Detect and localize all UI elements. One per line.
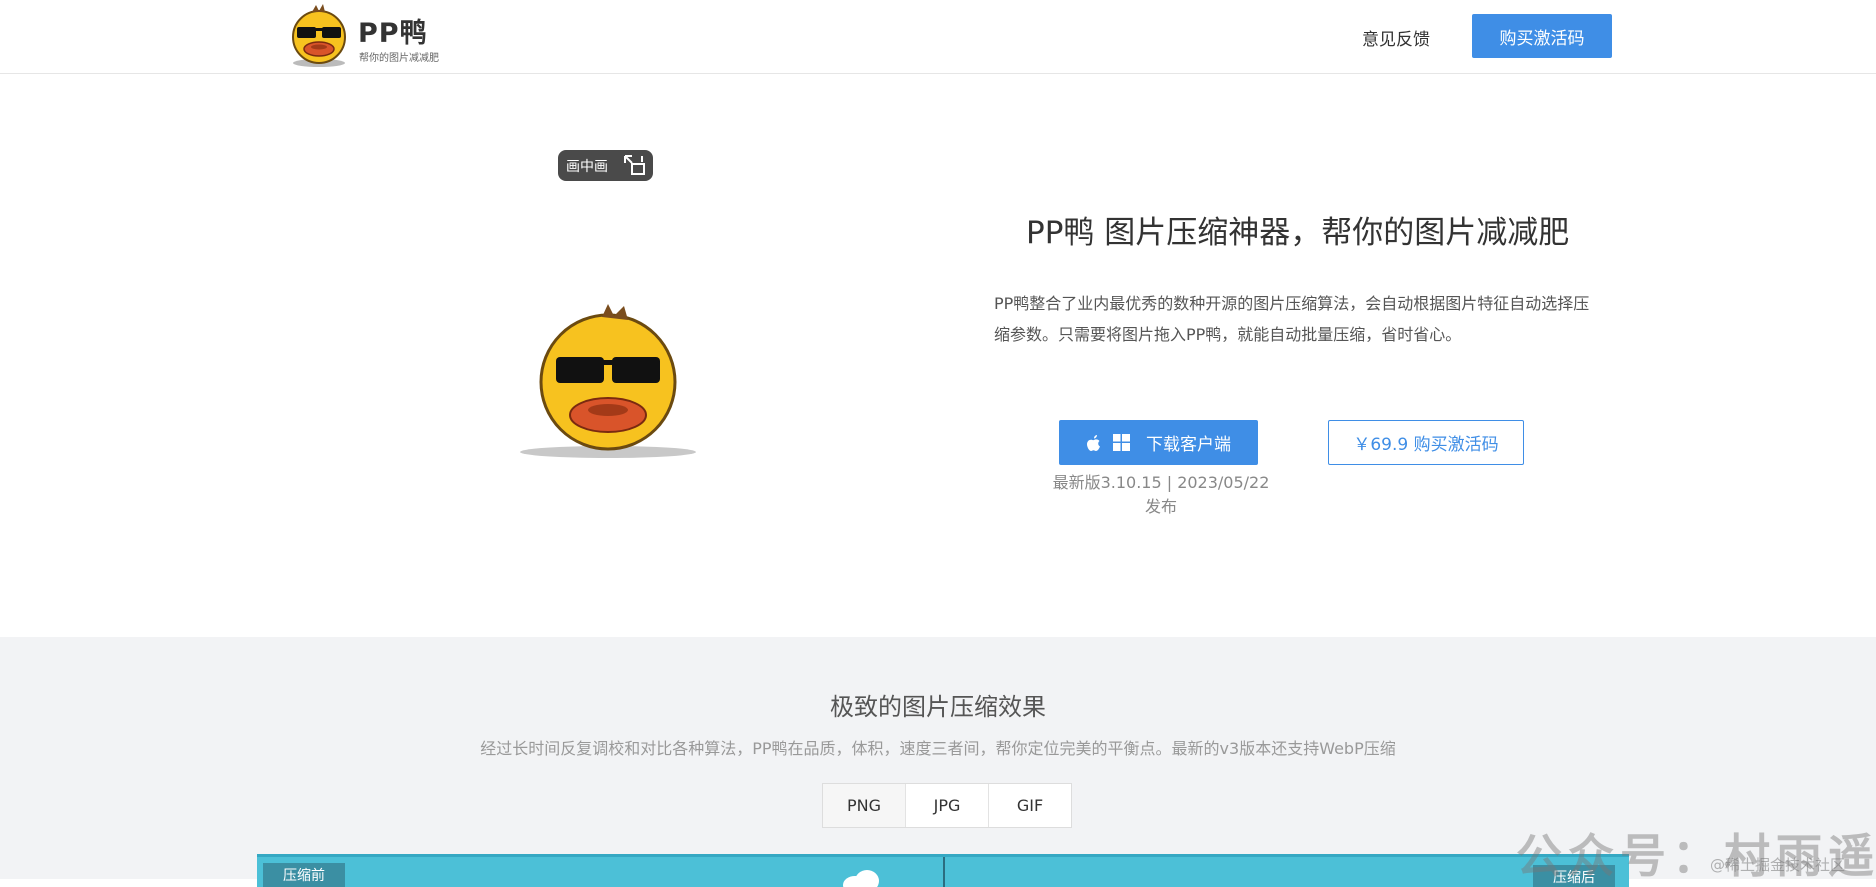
download-client-button[interactable]: 下载客户端 [1059, 420, 1258, 465]
tab-png[interactable]: PNG [823, 784, 906, 827]
logo-subtitle: 帮你的图片减减肥 [359, 53, 439, 64]
version-info: 最新版3.10.15 | 2023/05/22 发布 [1052, 473, 1270, 516]
cloud-icon [843, 870, 879, 887]
feedback-link[interactable]: 意见反馈 [1362, 25, 1430, 50]
watermark-text: 公众号：村雨遥 [1516, 829, 1876, 883]
compression-preview[interactable]: 压缩前 压缩后 [257, 854, 1629, 887]
logo[interactable]: PP鸭 帮你的图片减减肥 [286, 3, 456, 69]
top-header: PP鸭 帮你的图片减减肥 意见反馈 购买激活码 [0, 0, 1876, 74]
picture-in-picture-badge[interactable]: 画中画 [558, 150, 653, 181]
section-description: 经过长时间反复调校和对比各种算法，PP鸭在品质，体积，速度三者间，帮你定位完美的… [480, 739, 1396, 758]
duck-mascot-icon [520, 304, 696, 458]
tab-jpg[interactable]: JPG [906, 784, 989, 827]
before-label: 压缩前 [263, 863, 345, 887]
tab-gif[interactable]: GIF [989, 784, 1071, 827]
hero-description: PP鸭整合了业内最优秀的数种开源的图片压缩算法，会自动根据图片特征自动选择压缩参… [994, 294, 1590, 344]
download-label: 下载客户端 [1146, 435, 1231, 455]
format-tabs: PNG JPG GIF [822, 783, 1072, 828]
watermark-subtext: @稀土掘金技术社区 [1710, 856, 1846, 874]
pip-label: 画中画 [566, 158, 608, 175]
duck-logo-icon [292, 4, 346, 67]
buy-activation-button[interactable]: 购买激活码 [1472, 14, 1612, 58]
compare-slider-handle[interactable] [943, 857, 945, 887]
buy-activation-price-button[interactable]: ￥69.9 购买激活码 [1328, 420, 1524, 465]
windows-icon [1113, 434, 1130, 451]
apple-icon [1087, 434, 1100, 451]
hero-title: PP鸭 图片压缩神器，帮你的图片减减肥 [1026, 215, 1570, 251]
section-title: 极致的图片压缩效果 [830, 693, 1046, 721]
logo-title: PP鸭 [358, 18, 428, 49]
pip-exit-icon [624, 155, 645, 175]
